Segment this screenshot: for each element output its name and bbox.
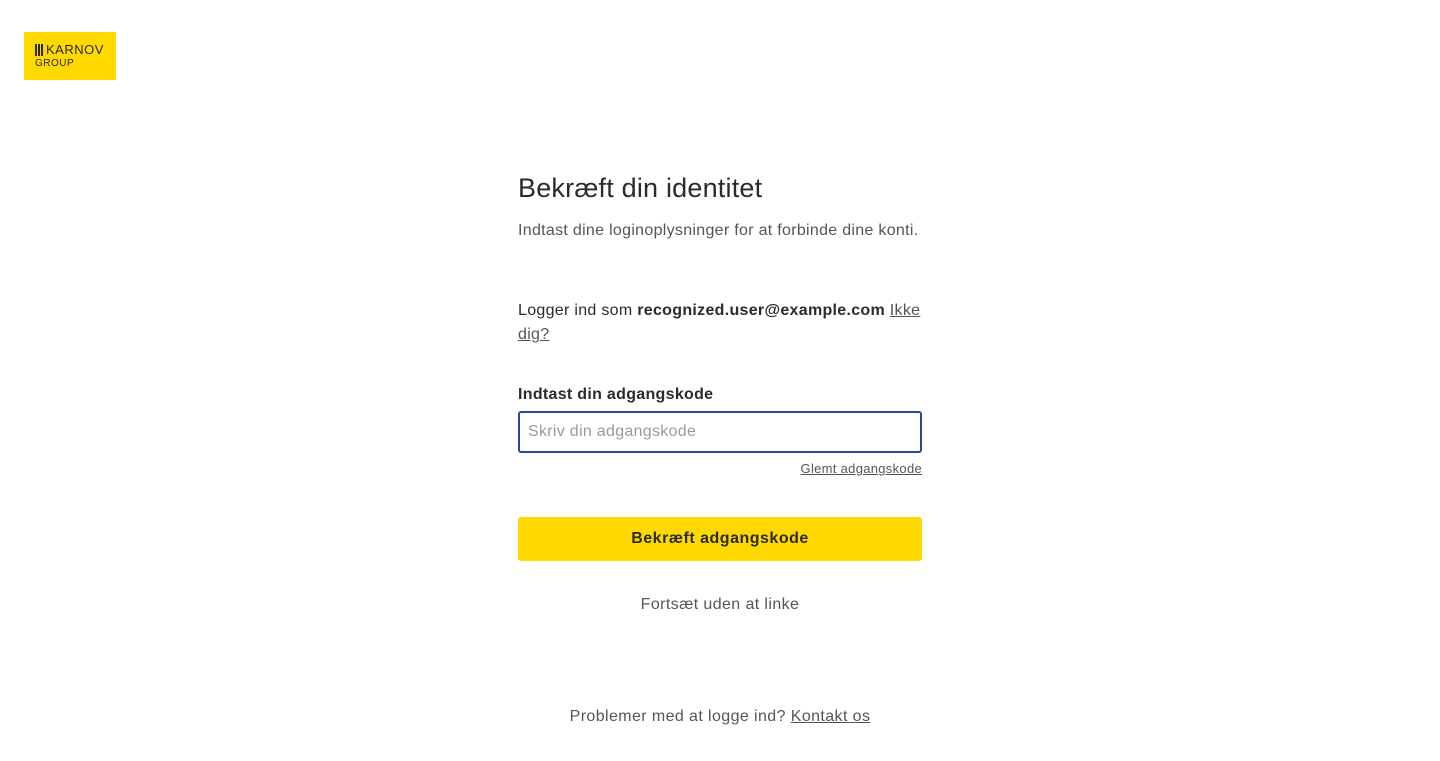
logo-bars-icon: [35, 44, 43, 56]
login-problem-text: Problemer med at logge ind?: [569, 708, 786, 725]
contact-us-link[interactable]: Kontakt os: [791, 708, 871, 725]
verify-identity-panel: Bekræft din identitet Indtast dine login…: [518, 168, 922, 613]
karnov-group-logo[interactable]: KARNOV GROUP: [24, 32, 116, 80]
page-title: Bekræft din identitet: [518, 173, 763, 203]
confirm-password-button[interactable]: Bekræft adgangskode: [518, 517, 922, 561]
page-subtitle: Indtast dine loginoplysninger for at for…: [518, 222, 919, 239]
logged-in-as-text: Logger ind som recognized.user@example.c…: [518, 299, 922, 347]
user-email: recognized.user@example.com: [637, 302, 886, 319]
logged-in-prefix: Logger ind som: [518, 302, 633, 319]
continue-without-linking-link[interactable]: Fortsæt uden at linke: [518, 593, 922, 617]
password-input[interactable]: [518, 411, 922, 453]
password-label: Indtast din adgangskode: [518, 386, 714, 403]
logo-subtitle: GROUP: [35, 58, 75, 69]
login-help-footer: Problemer med at logge ind? Kontakt os: [0, 705, 1440, 729]
logo-wordmark: KARNOV: [46, 42, 104, 57]
forgot-password-link[interactable]: Glemt adgangskode: [801, 460, 922, 478]
